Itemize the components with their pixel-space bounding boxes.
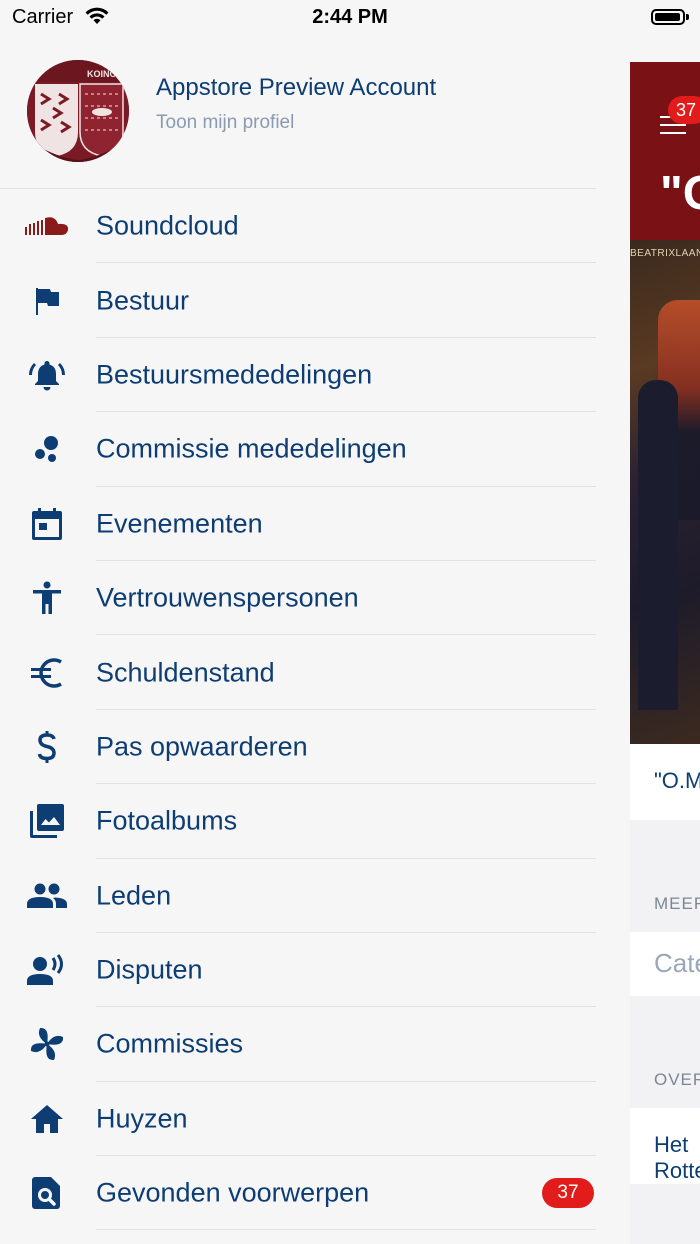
- profile-link[interactable]: Toon mijn profiel: [156, 112, 294, 134]
- notification-badge: 37: [668, 96, 700, 124]
- euro-icon: [24, 653, 70, 693]
- calendar-icon: [24, 504, 70, 544]
- menu-label: Evenementen: [96, 508, 263, 539]
- menu-label: Huyzen: [96, 1103, 188, 1134]
- menu-label: Schuldenstand: [96, 657, 275, 688]
- menu-item-evenementen[interactable]: Evenementen: [0, 487, 596, 561]
- street-sign-text: BEATRIXLAAN: [630, 248, 700, 259]
- menu-label: Pas opwaarderen: [96, 731, 308, 762]
- menu-label: Leden: [96, 880, 172, 911]
- bell-icon: [24, 355, 70, 395]
- menu-label: Vertrouwenspersonen: [96, 582, 359, 613]
- menu-label: Bestuur: [96, 285, 190, 316]
- about-card[interactable]: Het Rotte: [630, 1108, 700, 1184]
- news-card[interactable]: "O.M: [630, 744, 700, 820]
- menu-item-bestuursmededelingen[interactable]: Bestuursmededelingen: [0, 338, 596, 413]
- menu-item-gevonden-voorwerpen[interactable]: Gevonden voorwerpen 37: [0, 1156, 596, 1231]
- menu-label: Disputen: [96, 954, 203, 985]
- menu-label: Soundcloud: [96, 210, 239, 241]
- photo-library-icon: [24, 801, 70, 841]
- news-card-title: "O.M: [654, 768, 700, 793]
- background-content[interactable]: BEATRIXLAAN 37 "O "O.M MEER Cate OVER He…: [630, 62, 700, 1244]
- avatar[interactable]: KOINO: [27, 60, 129, 162]
- soundcloud-icon: [24, 206, 70, 246]
- pinwheel-icon: [24, 1024, 70, 1064]
- separator: [96, 1229, 596, 1231]
- menu-item-vertrouwenspersonen[interactable]: Vertrouwenspersonen: [0, 561, 596, 636]
- search-document-icon: [24, 1173, 70, 1213]
- hero-title: "O: [660, 167, 700, 220]
- menu-item-commissies[interactable]: Commissies: [0, 1007, 596, 1082]
- avatar-text: KOINO: [87, 69, 117, 79]
- about-line-2: Rotte: [654, 1158, 700, 1183]
- menu-label: Gevonden voorwerpen: [96, 1177, 370, 1208]
- menu-item-schuldenstand[interactable]: Schuldenstand: [0, 635, 596, 710]
- menu-label: Commissie mededelingen: [96, 433, 407, 464]
- drawer-menu: Soundcloud Bestuur Bestuursmededelingen …: [0, 189, 596, 1231]
- menu-item-leden[interactable]: Leden: [0, 859, 596, 933]
- section-header-meer: MEER: [654, 894, 700, 913]
- category-field[interactable]: Cate: [630, 932, 700, 996]
- menu-label: Commissies: [96, 1028, 244, 1059]
- hero-image[interactable]: BEATRIXLAAN 37 "O: [630, 62, 700, 744]
- menu-item-commissie-mededelingen[interactable]: Commissie mededelingen: [0, 412, 596, 487]
- menu-item-disputen[interactable]: Disputen: [0, 933, 596, 1008]
- clock: 2:44 PM: [312, 6, 388, 28]
- menu-item-pas-opwaarderen[interactable]: Pas opwaarderen: [0, 710, 596, 785]
- people-icon: [24, 876, 70, 916]
- about-line-1: Het: [654, 1132, 689, 1157]
- battery-icon: [651, 9, 685, 25]
- person-icon: [24, 578, 70, 618]
- section-header-over: OVER: [654, 1070, 700, 1089]
- menu-item-fotoalbums[interactable]: Fotoalbums: [0, 784, 596, 859]
- menu-item-soundcloud[interactable]: Soundcloud: [0, 189, 596, 264]
- menu-label: Bestuursmededelingen: [96, 359, 373, 390]
- hero-photo: [630, 240, 700, 744]
- profile-header[interactable]: KOINO Appstore Preview Account Toon mijn…: [0, 50, 600, 188]
- menu-label: Fotoalbums: [96, 805, 238, 836]
- bubbles-icon: [24, 429, 70, 469]
- count-badge: 37: [542, 1178, 594, 1209]
- person-voice-icon: [24, 950, 70, 990]
- menu-item-huyzen[interactable]: Huyzen: [0, 1082, 596, 1157]
- battery-tip: [686, 14, 689, 20]
- status-bar: Carrier 2:44 PM: [0, 0, 700, 36]
- flag-icon: [24, 281, 70, 321]
- dollar-icon: [24, 727, 70, 767]
- category-placeholder: Cate: [654, 948, 700, 978]
- menu-item-bestuur[interactable]: Bestuur: [0, 263, 596, 338]
- profile-name[interactable]: Appstore Preview Account: [156, 74, 436, 102]
- home-icon: [24, 1099, 70, 1139]
